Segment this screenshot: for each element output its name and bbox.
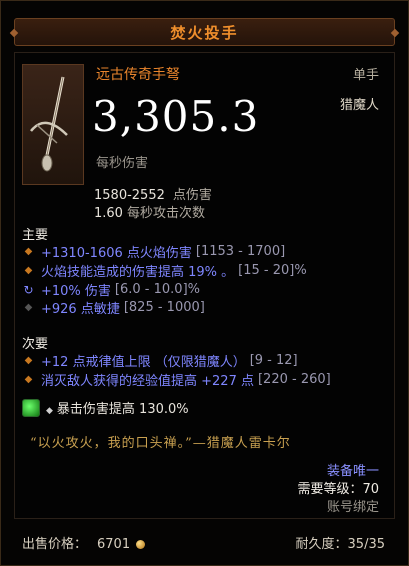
socket-bonus: 暴击伤害提高 130.0% (56, 402, 189, 417)
equip-unique: 装备唯一 (326, 464, 379, 479)
item-type: 远古传奇手弩 (96, 67, 180, 83)
class-requirement: 猎魔人 (339, 98, 379, 113)
primary-affix: ◆ +1310-1606 点火焰伤害 [1153 - 1700] (22, 242, 286, 261)
enchant-bullet-icon: ↻ (23, 282, 34, 297)
sell-price: 出售价格： 6701 (22, 533, 146, 552)
diamond-bullet-icon: ◆ (24, 355, 33, 366)
damage-range: 1580-2552 (94, 188, 165, 203)
attack-speed-line: 1.60 每秒攻击次数 (94, 202, 205, 221)
primary-affix: ◆ 火焰技能造成的伤害提高 19% 。 [15 - 20]% (22, 261, 307, 280)
gold-coin-icon (136, 539, 146, 549)
socket: ◆ 暴击伤害提高 130.0% (22, 398, 189, 417)
required-level: 需要等级：70 (297, 482, 379, 497)
diamond-bullet-icon: ◆ (24, 302, 33, 313)
item-slot: 单手 (352, 68, 379, 83)
socket-bullet-icon: ◆ (46, 406, 53, 416)
diamond-bullet-icon: ◆ (24, 246, 33, 257)
primary-affix: ↻ +10% 伤害 [6.0 - 10.0]% (23, 282, 200, 299)
attack-speed-label: 每秒攻击次数 (126, 206, 205, 221)
damage-label: 点伤害 (172, 188, 212, 203)
secondary-affix: ◆ 消灭敌人获得的经验值提高 +227 点 [220 - 260] (22, 370, 331, 389)
secondary-header: 次要 (22, 337, 49, 352)
account-bound: 账号绑定 (326, 500, 379, 515)
durability: 耐久度：35/35 (295, 536, 385, 552)
diamond-bullet-icon: ◆ (24, 374, 33, 385)
secondary-affix: ◆ +12 点戒律值上限 （仅限猎魔人） [9 - 12] (22, 351, 298, 370)
tooltip-footer: 出售价格： 6701 耐久度：35/35 (14, 527, 393, 557)
hand-crossbow-icon (30, 76, 68, 172)
attack-speed: 1.60 (94, 206, 123, 221)
diamond-bullet-icon: ◆ (24, 265, 33, 276)
dps-label: 每秒伤害 (96, 156, 149, 171)
item-icon-frame (22, 64, 84, 185)
item-name: 焚火投手 (14, 18, 395, 46)
damage-range-line: 1580-2552 点伤害 (94, 184, 212, 203)
primary-header: 主要 (22, 228, 49, 243)
primary-affix: ◆ +926 点敏捷 [825 - 1000] (22, 298, 205, 317)
green-gem-icon (22, 398, 40, 417)
dps-value: 3,305.3 (92, 92, 260, 141)
flavor-text: “以火攻火，我的口头禅。”—猎魔人雷卡尔 (30, 436, 291, 451)
